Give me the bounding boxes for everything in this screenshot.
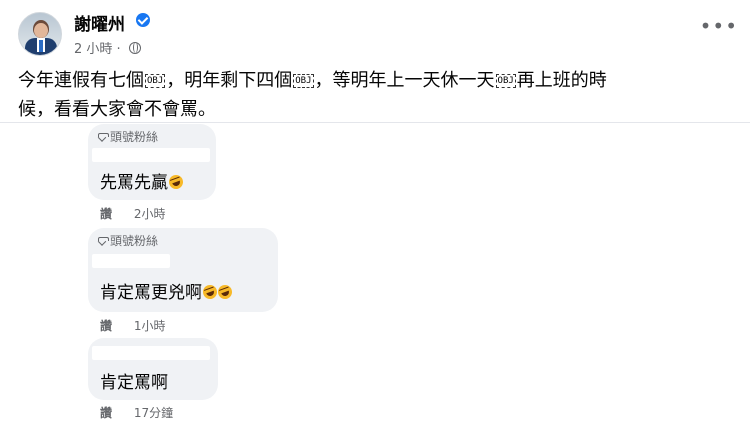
comment-time[interactable]: 17分鐘 <box>134 406 173 420</box>
globe-icon <box>128 42 141 54</box>
comment-bubble: 頭號粉絲 先罵先贏 <box>88 124 216 200</box>
comment-actions: 讚 17分鐘 <box>100 404 173 421</box>
post-text-line-2: 候，看看大家會不會罵。 <box>18 99 216 120</box>
author-name[interactable]: 謝曜州 <box>74 10 125 35</box>
redacted-commenter-name <box>92 148 210 162</box>
laughing-emoji-icon <box>216 283 234 301</box>
comment-actions: 讚 1小時 <box>100 317 165 334</box>
author-avatar[interactable] <box>18 12 62 56</box>
like-button[interactable]: 讚 <box>100 406 112 420</box>
comment-text: 肯定罵更兇啊 <box>100 278 234 303</box>
more-options-icon[interactable]: ••• <box>700 14 738 38</box>
verified-badge-icon <box>136 13 150 27</box>
redacted-commenter-name <box>92 254 170 268</box>
post-text-line-1: 今年連假有七個 OBJ ，明年剩下四個 OBJ ，等明年上一天休一天 OBJ 再上班的時 <box>18 70 607 91</box>
post-body: 今年連假有七個 OBJ ，明年剩下四個 OBJ ，等明年上一天休一天 OBJ 再上班的時 候… <box>18 66 738 124</box>
obj-placeholder-icon: OBJ <box>293 74 314 88</box>
comment-bubble: 頭號粉絲 肯定罵更兇啊 <box>88 228 278 312</box>
like-button[interactable]: 讚 <box>100 207 112 221</box>
meta-separator: · <box>116 42 121 57</box>
diamond-icon <box>98 237 109 245</box>
top-fan-badge: 頭號粉絲 <box>98 128 158 145</box>
top-fan-badge: 頭號粉絲 <box>98 232 158 249</box>
comment-time[interactable]: 2小時 <box>134 207 166 221</box>
comment-time[interactable]: 1小時 <box>134 319 166 333</box>
obj-placeholder-icon: OBJ <box>495 74 516 88</box>
post-header: 謝曜州 2 小時 · ••• <box>18 8 738 58</box>
comment-text: 先罵先贏 <box>100 168 185 193</box>
comment-actions: 讚 2小時 <box>100 205 165 222</box>
comment-text: 肯定罵啊 <box>100 373 168 393</box>
like-button[interactable]: 讚 <box>100 319 112 333</box>
obj-placeholder-icon: OBJ <box>145 74 166 88</box>
divider <box>0 122 750 123</box>
laughing-emoji-icon <box>167 173 185 191</box>
redacted-commenter-name <box>92 346 210 360</box>
post-time[interactable]: 2 小時 <box>74 42 112 57</box>
post-meta: 2 小時 · <box>74 38 141 57</box>
diamond-icon <box>98 133 109 141</box>
laughing-emoji-icon <box>201 283 219 301</box>
comment-bubble: 肯定罵啊 <box>88 338 218 400</box>
